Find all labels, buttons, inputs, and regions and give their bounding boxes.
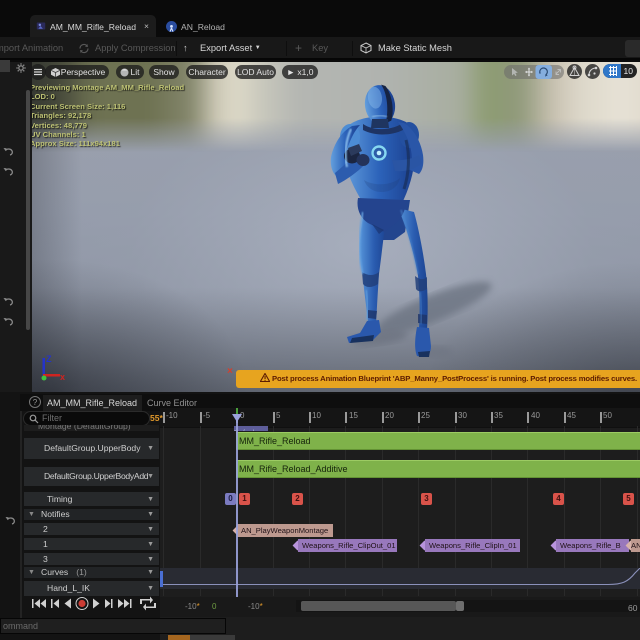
svg-text:x: x bbox=[60, 372, 65, 382]
svg-text:Z: Z bbox=[46, 354, 52, 364]
